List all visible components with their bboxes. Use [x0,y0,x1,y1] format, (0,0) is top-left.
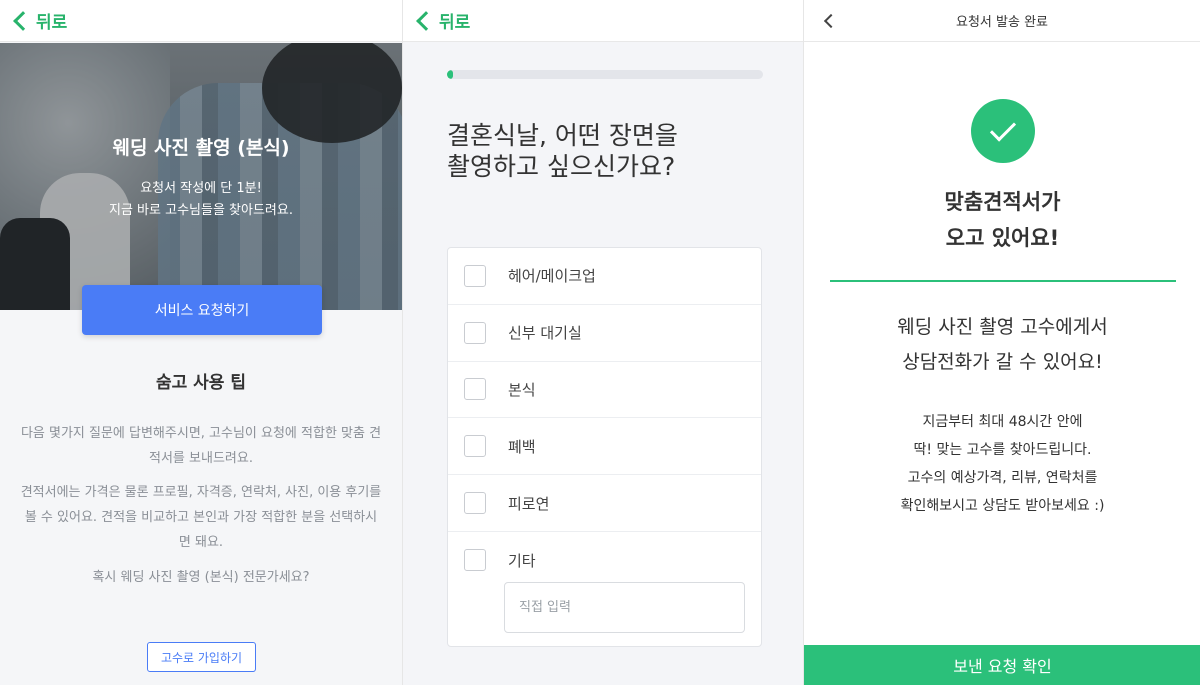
tip-paragraph: 혹시 웨딩 사진 촬영 (본식) 전문가세요? [92,570,310,585]
option-item[interactable]: 본식 [448,362,761,419]
pro-signup-button[interactable]: 고수로 가입하기 [147,642,256,672]
top-bar: 뒤로 [403,0,803,42]
option-item[interactable]: 헤어/메이크업 [448,248,761,305]
description-text: 지금부터 최대 48시간 안에 딱! 맞는 고수를 찾아드립니다. 고수의 예상… [900,414,1105,514]
page-title: 요청서 발송 완료 [956,15,1048,30]
request-service-button[interactable]: 서비스 요청하기 [82,285,322,335]
hero-title: 웨딩 사진 촬영 (본식) [112,137,290,159]
hero-subtitle: 요청서 작성에 단 1분! 지금 바로 고수님들을 찾아드려요. [109,181,293,218]
chevron-left-icon [416,10,436,31]
back-label: 뒤로 [36,13,68,33]
checkbox-icon[interactable] [464,264,486,287]
chevron-left-icon [13,10,33,31]
top-bar: 뒤로 [0,0,402,42]
sub-headline: 웨딩 사진 촬영 고수에게서 상담전화가 갈 수 있어요! [897,316,1108,373]
tip-paragraph: 다음 몇가지 질문에 답변해주시면, 고수님이 요청에 적합한 맞춤 견적서를 … [20,426,382,466]
option-item[interactable]: 피로연 [448,475,761,532]
option-item[interactable]: 신부 대기실 [448,305,761,362]
chevron-left-icon[interactable] [823,13,839,29]
back-button[interactable]: 뒤로 [12,8,67,33]
checkbox-icon[interactable] [464,492,486,515]
back-button[interactable]: 뒤로 [415,8,470,33]
back-label: 뒤로 [439,13,471,33]
checkbox-icon[interactable] [464,321,486,344]
tip-paragraph: 견적서에는 가격은 물론 프로필, 자격증, 연락처, 사진, 이용 후기를 볼… [20,485,382,550]
checkbox-icon[interactable] [464,549,486,572]
check-icon [971,99,1035,163]
tips-title: 숨고 사용 팁 [155,373,247,393]
option-label: 피로연 [508,494,550,513]
headline: 맞춤견적서가 오고 있어요! [944,190,1061,250]
option-item[interactable]: 폐백 [448,418,761,476]
option-label: 헤어/메이크업 [508,267,596,286]
hero-image: 웨딩 사진 촬영 (본식) 요청서 작성에 단 1분! 지금 바로 고수님들을 … [0,43,402,310]
request-sent-screen: 요청서 발송 완료 맞춤견적서가 오고 있어요! 웨딩 사진 촬영 고수에게서 … [803,0,1200,685]
checkbox-icon[interactable] [464,378,486,401]
option-label: 기타 [508,551,536,570]
options-list: 헤어/메이크업 신부 대기실 본식 폐백 피로연 기타 [447,247,762,647]
checkbox-icon[interactable] [464,435,486,458]
option-label: 신부 대기실 [508,324,582,343]
view-sent-requests-button[interactable]: 보낸 요청 확인 [804,645,1200,685]
option-label: 폐백 [508,437,536,456]
question-title: 결혼식날, 어떤 장면을 촬영하고 싶으신가요? [447,121,678,181]
progress-fill [447,70,454,79]
option-label: 본식 [508,380,536,399]
progress-bar [447,70,763,79]
divider [830,280,1176,282]
top-bar: 요청서 발송 완료 [804,0,1200,42]
direct-input-field[interactable] [504,582,745,633]
question-screen: 뒤로 결혼식날, 어떤 장면을 촬영하고 싶으신가요? 헤어/메이크업 신부 대… [402,0,803,685]
service-intro-screen: 뒤로 웨딩 사진 촬영 (본식) 요청서 작성에 단 1분! 지금 바로 고수님… [0,0,402,685]
option-item[interactable]: 기타 [448,532,761,589]
